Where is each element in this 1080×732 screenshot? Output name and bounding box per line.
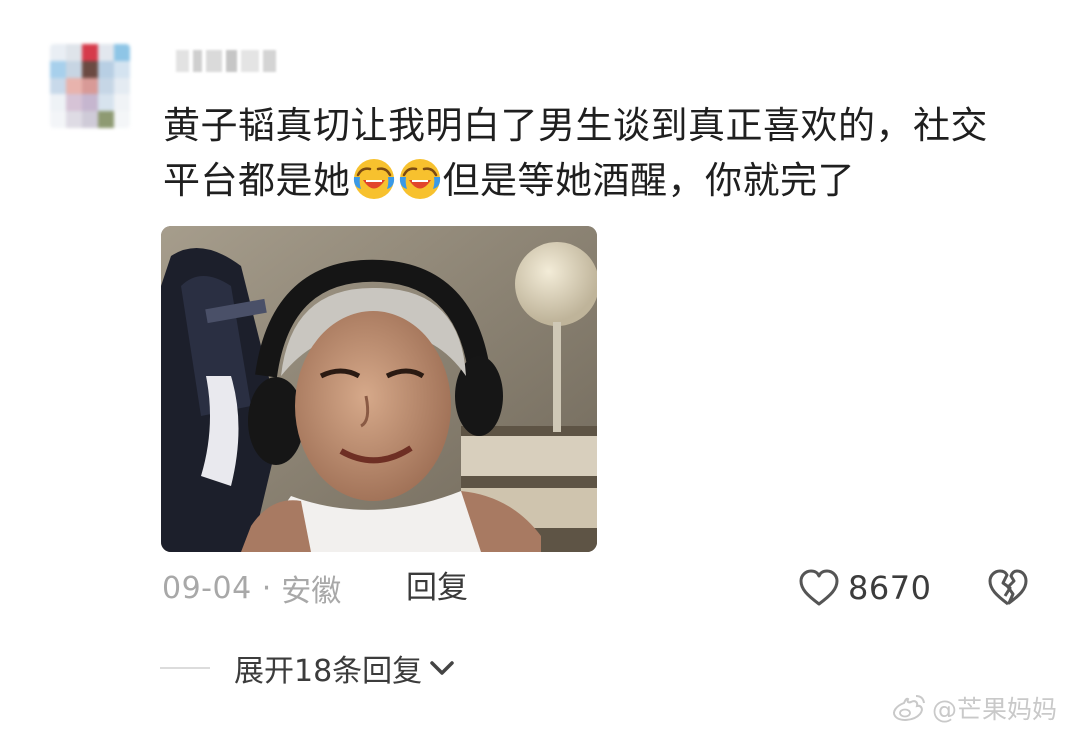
comment-line-2-start: 平台都是她 (163, 159, 351, 202)
expand-replies-button[interactable]: 展开18条回复 (160, 646, 456, 690)
laughing-crying-emoji-icon (353, 159, 394, 199)
attached-photo[interactable] (161, 226, 597, 552)
expand-replies-label: 展开18条回复 (234, 654, 423, 689)
like-button[interactable]: 8670 (798, 566, 931, 610)
username-obscured[interactable] (176, 46, 277, 76)
photo-illustration (161, 226, 597, 552)
reply-button[interactable]: 回复 (406, 566, 468, 610)
comment-text: 黄子韬真切让我明白了男生谈到真正喜欢的，社交 平台都是她 但是等她酒醒，你就完了 (163, 98, 1043, 208)
avatar[interactable] (50, 44, 130, 128)
laughing-crying-emoji-icon (399, 159, 440, 199)
comment-line-1: 黄子韬真切让我明白了男生谈到真正喜欢的，社交 (163, 104, 988, 147)
comment-line-2-end: 但是等她酒醒，你就完了 (442, 159, 855, 202)
broken-heart-icon[interactable] (987, 568, 1029, 608)
like-count: 8670 (848, 569, 932, 607)
chevron-down-icon (430, 661, 454, 675)
watermark: @芒果妈妈 (890, 690, 1057, 726)
weibo-logo-icon (893, 695, 925, 721)
divider-line (160, 667, 210, 669)
comment-location: 安徽 (281, 574, 342, 609)
comment-card: 黄子韬真切让我明白了男生谈到真正喜欢的，社交 平台都是她 但是等她酒醒，你就完了 (0, 0, 1080, 732)
comment-date: 09-04 (162, 570, 252, 606)
heart-icon (799, 569, 839, 606)
comment-meta: 09-04 · 安徽 (162, 566, 341, 610)
meta-separator: · (261, 570, 272, 606)
watermark-text: @芒果妈妈 (932, 695, 1058, 724)
